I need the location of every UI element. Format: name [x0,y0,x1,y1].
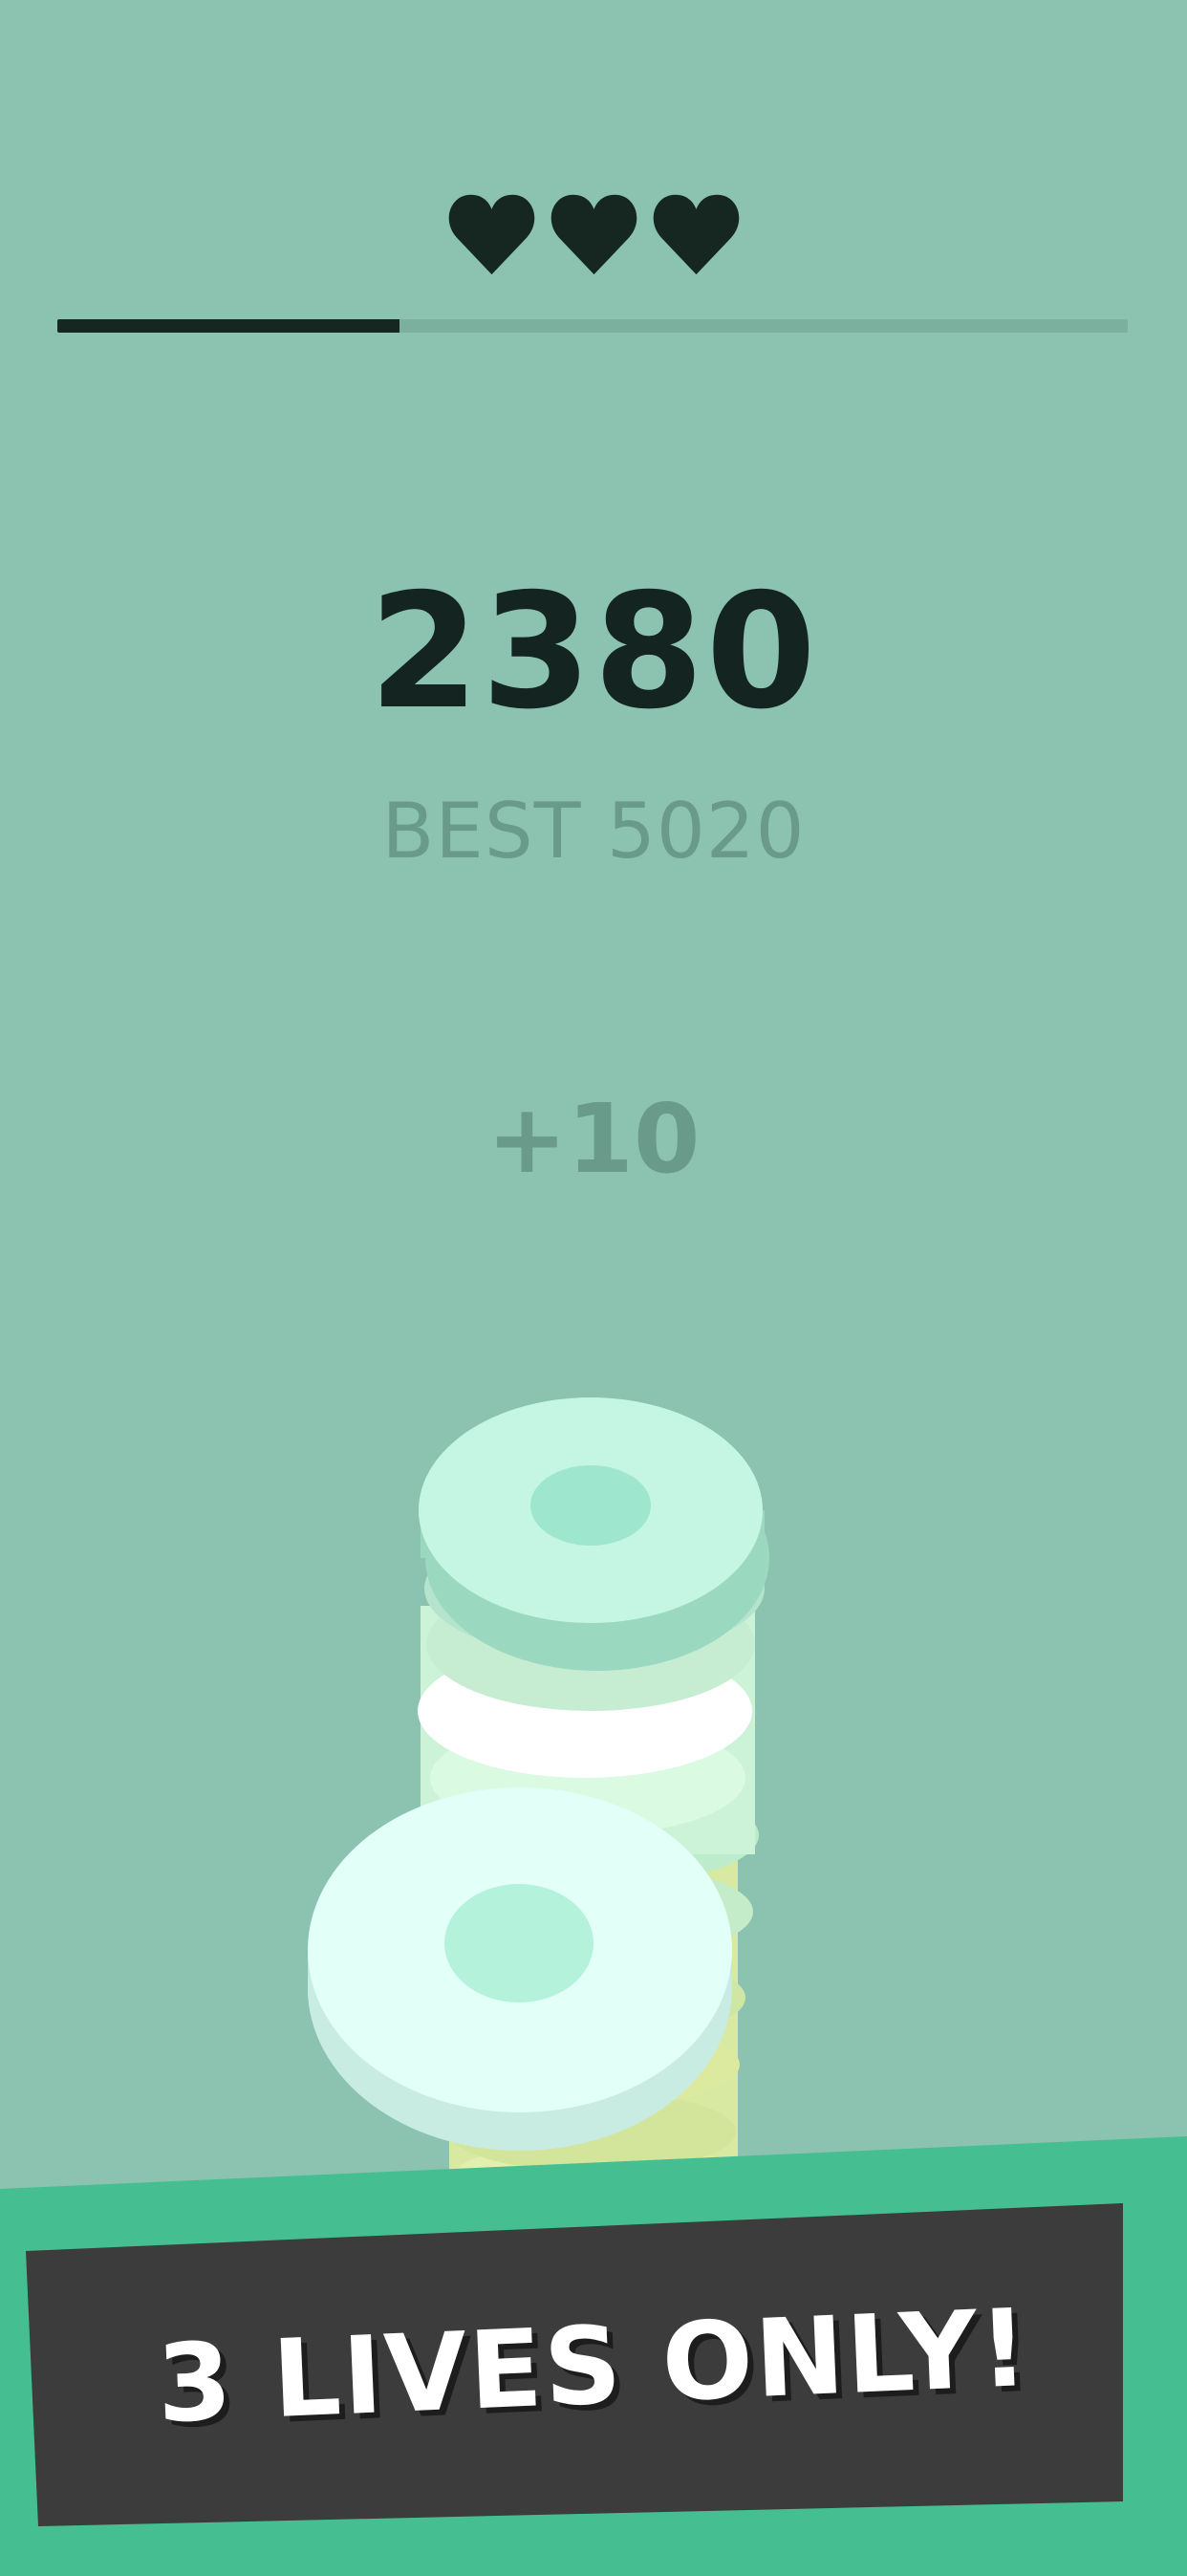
falling-disc [308,1787,732,2151]
top-disc [419,1397,769,1671]
game-screen[interactable]: 2380 BEST 5020 +10 3 LIVES ONLY! [0,0,1187,2576]
